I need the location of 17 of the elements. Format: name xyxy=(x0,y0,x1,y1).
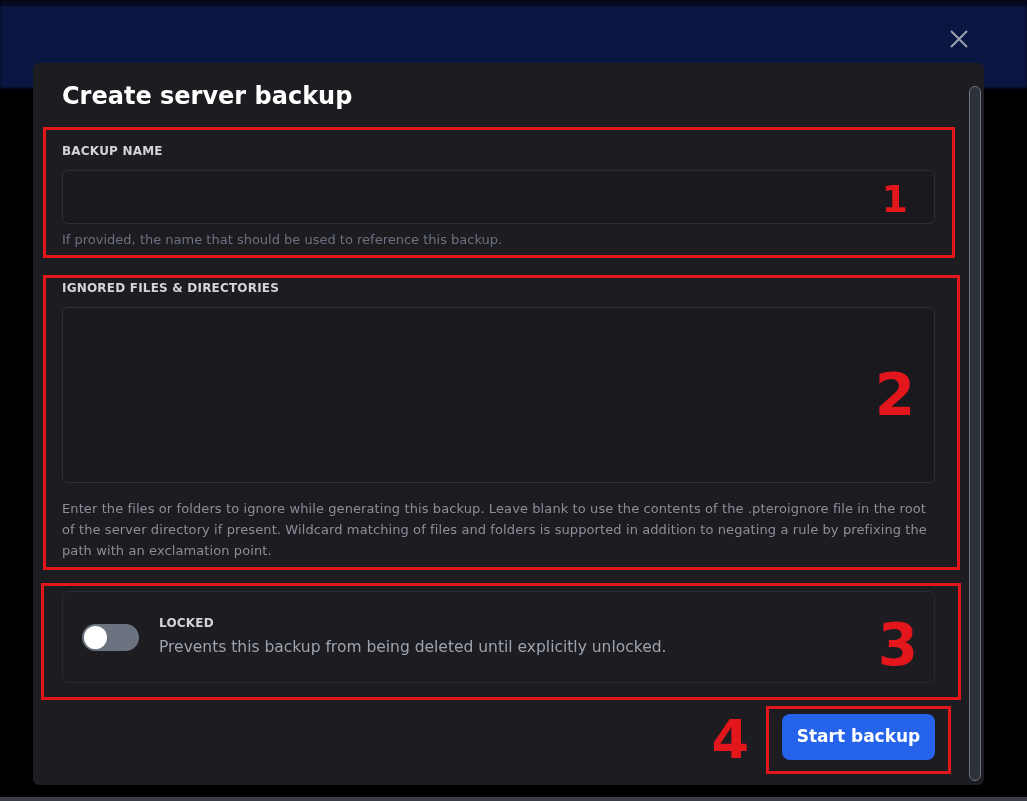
option-description: Prevents this backup from being deleted until explicitly unlocked. xyxy=(159,637,667,658)
start-backup-button[interactable]: Start backup xyxy=(782,714,935,760)
helper-text: If provided, the name that should be used to reference this backup. xyxy=(62,232,504,248)
field-label: IGNORED FILES & DIRECTORIES xyxy=(62,280,281,296)
annotation-number: 1 xyxy=(881,180,908,218)
toggle-switch[interactable] xyxy=(82,623,139,651)
field-label: BACKUP NAME xyxy=(62,143,164,159)
close-icon[interactable] xyxy=(950,30,968,48)
option-label: LOCKED xyxy=(159,615,215,631)
annotation-number: 3 xyxy=(877,616,918,674)
annotation-number: 2 xyxy=(874,366,915,424)
helper-text: Enter the files or folders to ignore while generating this backup. Leave blank to use the contents of the .pteroignore file in the root of the server directory if present. Wildcard matching of files and folders is supported in addition to negating a rule by prefixing the path with an exclamation point. xyxy=(62,500,928,560)
dialog-title: Create server backup xyxy=(61,81,354,112)
scrollbar-thumb[interactable] xyxy=(969,86,981,781)
input-field[interactable] xyxy=(62,170,935,224)
annotation-number: 4 xyxy=(711,713,749,767)
textarea-field[interactable] xyxy=(62,307,935,483)
